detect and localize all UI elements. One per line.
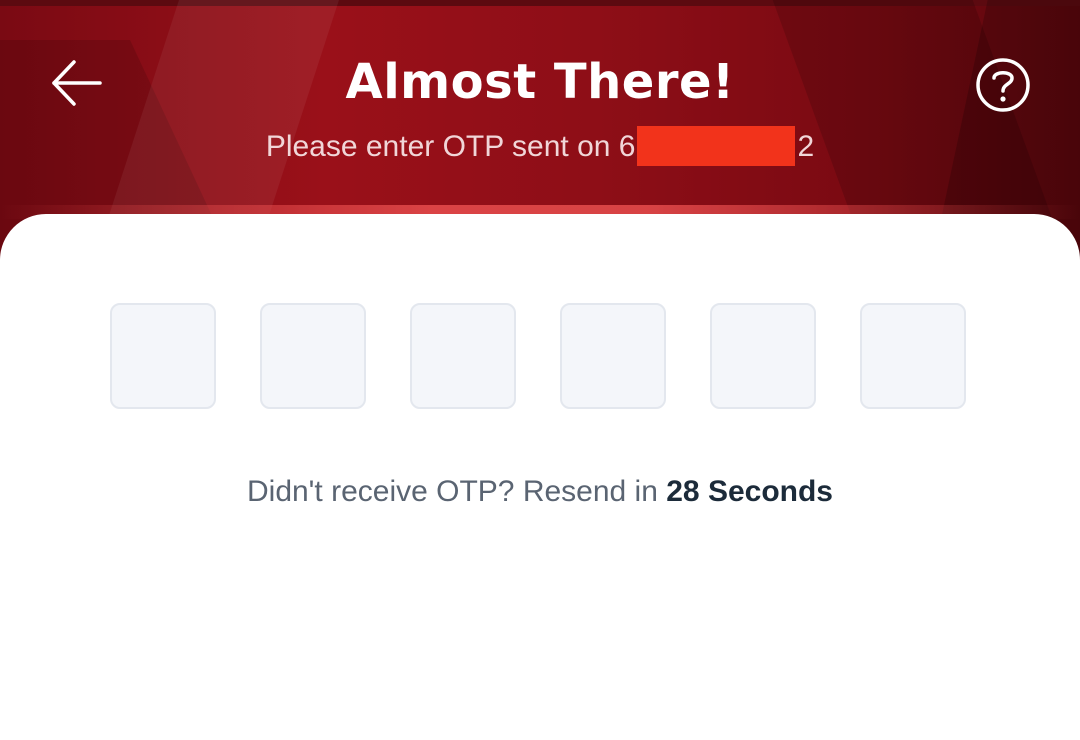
question-circle-icon	[976, 58, 1030, 112]
page-title: Almost There!	[345, 54, 735, 110]
otp-digit-3[interactable]	[410, 303, 516, 409]
redacted-phone-number	[637, 126, 796, 166]
subtitle-prefix: Please enter OTP sent on 6	[265, 130, 636, 163]
help-button[interactable]	[974, 56, 1032, 114]
otp-verification-screen: Almost There! Please enter OTP sent on 6…	[0, 0, 1080, 740]
otp-card: Didn't receive OTP? Resend in 28 Seconds	[0, 214, 1080, 740]
otp-digit-2[interactable]	[260, 303, 366, 409]
otp-input-group	[110, 303, 970, 413]
otp-subtitle: Please enter OTP sent on 6 2	[0, 126, 1080, 167]
resend-label: Didn't receive OTP? Resend in	[246, 475, 658, 508]
resend-otp-text: Didn't receive OTP? Resend in 28 Seconds	[0, 472, 1080, 512]
otp-digit-6[interactable]	[860, 303, 966, 409]
otp-digit-4[interactable]	[560, 303, 666, 409]
subtitle-suffix: 2	[797, 130, 815, 163]
otp-digit-5[interactable]	[710, 303, 816, 409]
otp-digit-1[interactable]	[110, 303, 216, 409]
resend-timer: 28 Seconds	[666, 475, 833, 508]
